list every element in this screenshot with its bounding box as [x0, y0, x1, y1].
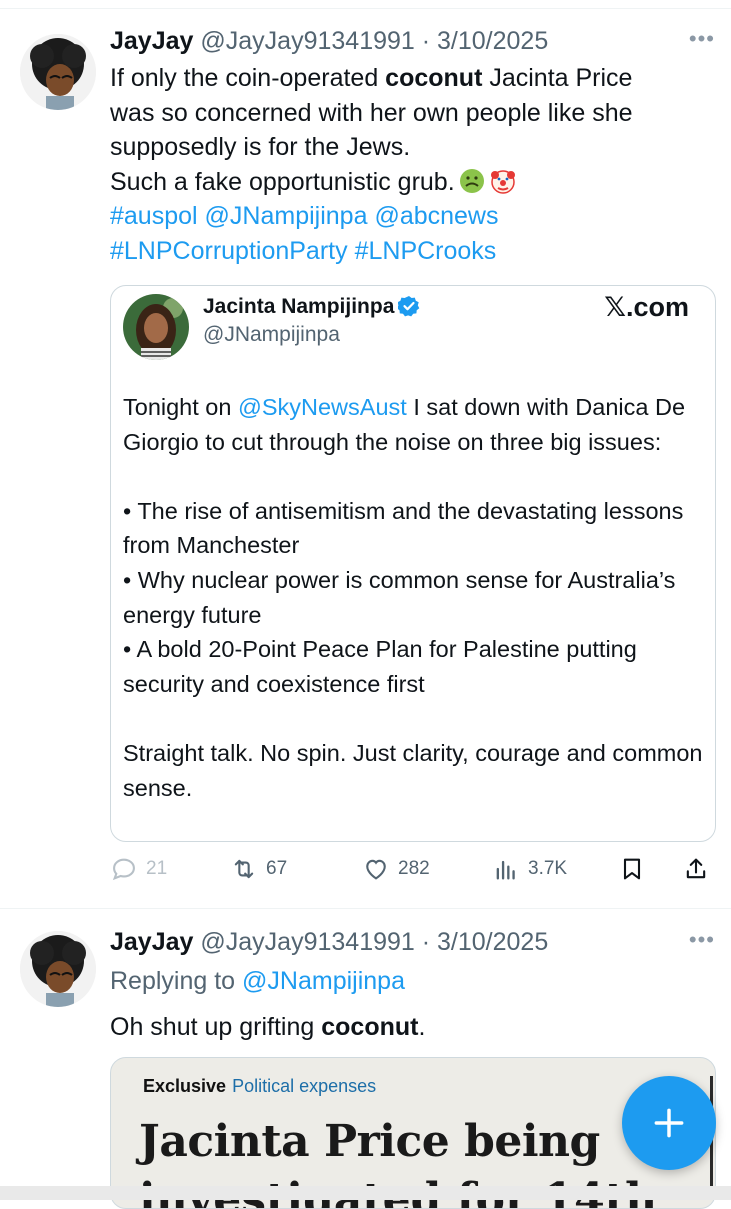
tweet[interactable]: JayJay @JayJay91341991 · 3/10/2025 ••• I…: [0, 0, 731, 908]
quoted-author-handle[interactable]: @JNampijinpa: [203, 322, 340, 348]
share-button[interactable]: [682, 855, 710, 883]
reply-count: 21: [146, 858, 168, 879]
more-dots-icon[interactable]: •••: [689, 26, 715, 52]
bullet-item: • A bold 20-Point Peace Plan for Palesti…: [123, 636, 637, 697]
views-button[interactable]: 3.7K: [492, 855, 567, 883]
quoted-text: Tonight on @SkyNewsAust I sat down with …: [123, 390, 708, 805]
heart-icon: [366, 859, 386, 880]
quoted-avatar[interactable]: [123, 294, 189, 360]
author-name[interactable]: JayJay: [110, 928, 193, 956]
bullet-item: • Why nuclear power is common sense for …: [123, 566, 676, 628]
bottom-bar-edge: [0, 1186, 731, 1200]
like-button[interactable]: 282: [362, 855, 430, 883]
avatar[interactable]: [20, 931, 96, 1007]
quoted-author-name[interactable]: Jacinta Nampijinpa: [203, 294, 420, 320]
clown-face-icon: [490, 169, 515, 194]
tweet-text: If only the coin-operated coconut Jacint…: [110, 64, 633, 265]
replying-to: Replying to @JNampijinpa: [110, 967, 405, 995]
view-count: 3.7K: [528, 858, 568, 879]
tweet-header: JayJay @JayJay91341991 · 3/10/2025: [110, 927, 548, 957]
nauseated-face-icon: [459, 168, 484, 193]
action-bar: 21 67 282 3.7K: [110, 855, 715, 891]
repost-icon: [234, 859, 254, 879]
quoted-tweet[interactable]: Jacinta Nampijinpa @JNampijinpa 𝕏.com To…: [110, 285, 716, 842]
compose-button[interactable]: [622, 1076, 716, 1170]
plus-icon: [654, 1108, 684, 1138]
article-headline: Jacinta Price being: [139, 1116, 600, 1167]
avatar[interactable]: [20, 34, 96, 110]
verified-badge-icon: [398, 296, 420, 317]
views-chart-icon: [496, 860, 515, 880]
repost-count: 67: [266, 858, 288, 879]
bullet-item: • The rise of antisemitism and the devas…: [123, 497, 684, 559]
bookmark-button[interactable]: [618, 855, 646, 883]
article-tag: Exclusive Political expenses: [143, 1076, 377, 1096]
hashtag-link[interactable]: #LNPCorruptionParty: [110, 237, 348, 265]
author-handle-date[interactable]: @JayJay91341991 · 3/10/2025: [200, 27, 548, 55]
tweet-header: JayJay @JayJay91341991 · 3/10/2025: [110, 26, 548, 56]
tweet-text: Oh shut up grifting coconut.: [110, 1013, 426, 1041]
x-logo-source[interactable]: 𝕏.com: [604, 292, 689, 323]
mention-link[interactable]: @SkyNewsAust: [238, 394, 407, 420]
author-name[interactable]: JayJay: [110, 27, 193, 55]
reply-icon: [112, 858, 135, 881]
author-handle-date[interactable]: @JayJay91341991 · 3/10/2025: [200, 928, 548, 956]
mention-link[interactable]: @abcnews: [374, 202, 498, 230]
hashtag-link[interactable]: #LNPCrooks: [355, 237, 497, 265]
closing-line: Straight talk. No spin. Just clarity, co…: [123, 739, 703, 801]
mention-link[interactable]: @JNampijinpa: [205, 202, 368, 230]
like-count: 282: [398, 858, 430, 879]
hashtag-link[interactable]: #auspol: [110, 202, 198, 230]
mention-link[interactable]: @JNampijinpa: [242, 967, 405, 995]
repost-button[interactable]: 67: [230, 855, 287, 883]
more-dots-icon[interactable]: •••: [689, 927, 715, 953]
share-icon: [686, 858, 706, 879]
bookmark-icon: [623, 858, 641, 880]
reply-button[interactable]: 21: [110, 855, 167, 883]
